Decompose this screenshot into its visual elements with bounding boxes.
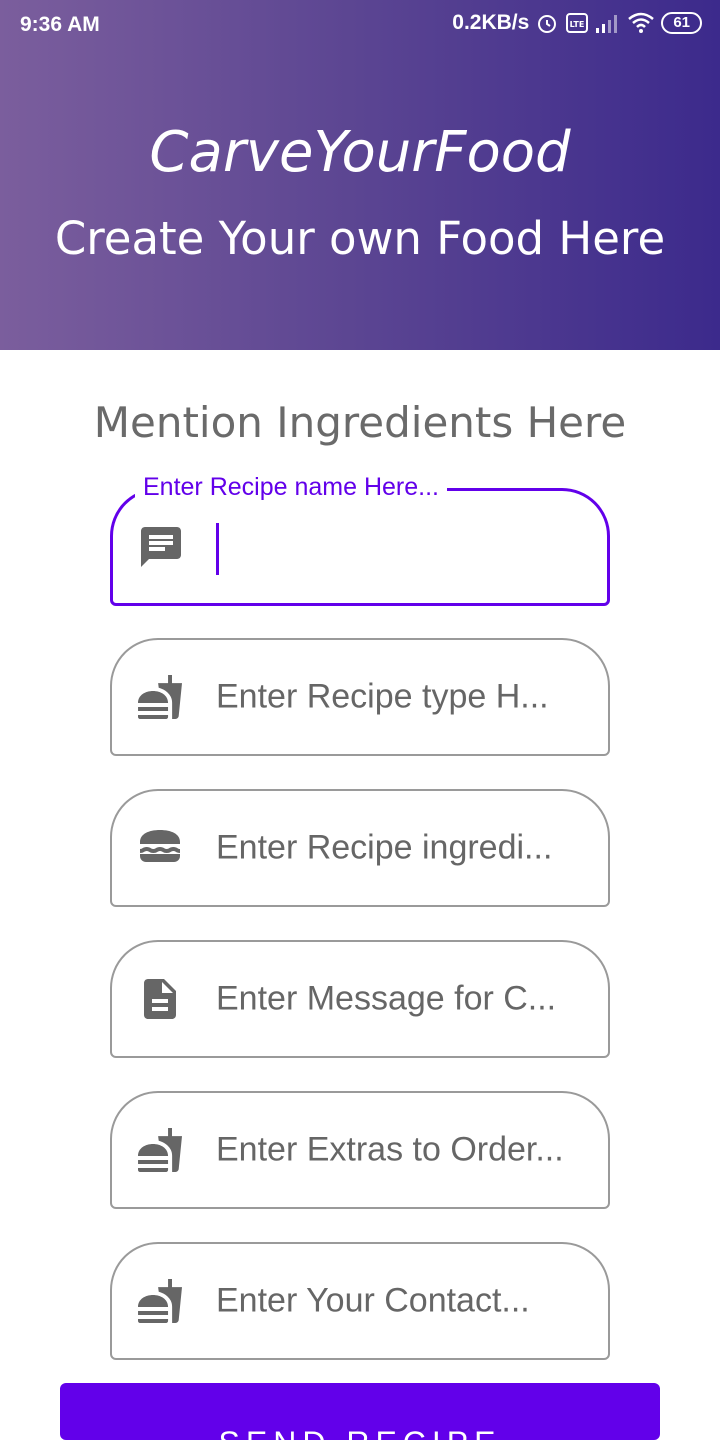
status-bar: 9:36 AM 0.2KB/s LTE 61 — [0, 0, 720, 50]
document-icon — [144, 979, 176, 1019]
recipe-name-field[interactable]: Enter Recipe name Here... — [110, 473, 610, 606]
network-speed: 0.2KB/s — [452, 11, 530, 34]
signal-icon — [596, 15, 618, 33]
svg-text:LTE: LTE — [570, 20, 585, 29]
message-icon — [141, 527, 181, 567]
recipe-ingredients-placeholder: Enter Recipe ingredi... — [216, 828, 553, 867]
extras-placeholder: Enter Extras to Order... — [216, 1130, 564, 1169]
wifi-icon — [628, 12, 655, 33]
burger-icon — [140, 830, 181, 862]
recipe-ingredients-field[interactable]: Enter Recipe ingredi... — [110, 789, 610, 907]
fastfood-icon — [138, 1128, 182, 1172]
message-placeholder: Enter Message for C... — [216, 979, 557, 1018]
extras-field[interactable]: Enter Extras to Order... — [110, 1091, 610, 1209]
send-recipe-button[interactable]: SEND RECIPE — [60, 1383, 660, 1440]
recipe-type-field[interactable]: Enter Recipe type H... — [110, 638, 610, 756]
fastfood-icon — [138, 675, 182, 719]
app-header: 9:36 AM 0.2KB/s LTE 61 CarveYourFood Cre… — [0, 0, 720, 350]
recipe-name-label: Enter Recipe name Here... — [135, 473, 447, 502]
battery-level: 61 — [673, 14, 690, 31]
app-subtitle: Create Your own Food Here — [54, 212, 666, 265]
status-time: 9:36 AM — [20, 13, 100, 36]
fastfood-icon — [138, 1279, 182, 1323]
battery-icon: 61 — [661, 12, 702, 34]
status-icons: 0.2KB/s LTE 61 — [452, 11, 702, 35]
alarm-icon — [538, 15, 557, 33]
volte-icon: LTE — [566, 13, 589, 33]
contact-field[interactable]: Enter Your Contact... — [110, 1242, 610, 1360]
section-title: Mention Ingredients Here — [93, 398, 627, 447]
app-title: CarveYourFood — [149, 120, 571, 185]
contact-placeholder: Enter Your Contact... — [216, 1281, 530, 1320]
text-cursor — [216, 523, 219, 575]
message-field[interactable]: Enter Message for C... — [110, 940, 610, 1058]
recipe-type-placeholder: Enter Recipe type H... — [216, 677, 549, 716]
